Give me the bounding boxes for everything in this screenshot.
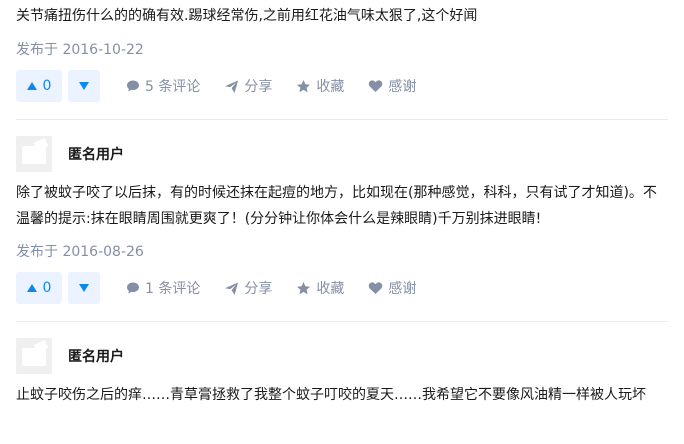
avatar[interactable] xyxy=(16,338,52,374)
answer-date[interactable]: 发布于 2016-10-22 xyxy=(16,39,144,59)
share-icon xyxy=(225,80,239,93)
favorite-label: 收藏 xyxy=(316,281,345,297)
triangle-down-icon xyxy=(79,82,89,90)
answer-list: 关节痛扭伤什么的的确有效.踢球经常伤,之前用红花油气味太狠了,这个好闻 发布于 … xyxy=(0,0,684,444)
answer-date[interactable]: 发布于 2016-08-26 xyxy=(16,241,144,261)
avatar[interactable] xyxy=(16,136,52,172)
favorite-button[interactable]: 收藏 xyxy=(296,76,344,96)
upvote-button[interactable]: 0 xyxy=(16,70,62,102)
thanks-label: 感谢 xyxy=(388,79,417,95)
vote-count: 0 xyxy=(42,78,52,94)
comments-label: 1 条评论 xyxy=(145,281,201,297)
share-icon xyxy=(225,282,239,295)
answer-actions: 0 1 条评论 分享 收藏 感谢 xyxy=(16,272,416,304)
answer-author: 匿名用户 xyxy=(16,134,124,174)
comments-button[interactable]: 5 条评论 xyxy=(126,76,200,96)
divider xyxy=(16,321,668,322)
author-name[interactable]: 匿名用户 xyxy=(68,144,124,164)
triangle-up-icon xyxy=(26,82,37,90)
star-icon xyxy=(297,281,311,294)
star-icon xyxy=(297,79,311,92)
heart-icon xyxy=(369,282,383,294)
share-label: 分享 xyxy=(244,79,273,95)
answer-author: 匿名用户 xyxy=(16,336,124,376)
share-button[interactable]: 分享 xyxy=(224,278,272,298)
answer-content: 除了被蚊子咬了以后抹，有的时候还抹在起痘的地方，比如现在(那种感觉，科科，只有试… xyxy=(16,185,657,227)
heart-icon xyxy=(369,80,383,92)
vote-count: 0 xyxy=(42,280,52,296)
comment-icon xyxy=(127,80,139,92)
comments-label: 5 条评论 xyxy=(145,79,201,95)
downvote-button[interactable] xyxy=(68,272,100,304)
thanks-button[interactable]: 感谢 xyxy=(368,76,416,96)
downvote-button[interactable] xyxy=(68,70,100,102)
answer-content: 关节痛扭伤什么的的确有效.踢球经常伤,之前用红花油气味太狠了,这个好闻 xyxy=(16,8,478,24)
divider xyxy=(16,119,668,120)
favorite-button[interactable]: 收藏 xyxy=(296,278,344,298)
triangle-up-icon xyxy=(26,284,37,292)
comment-icon xyxy=(127,282,139,294)
comments-button[interactable]: 1 条评论 xyxy=(126,278,200,298)
answer-actions: 0 5 条评论 分享 收藏 感谢 xyxy=(16,70,416,102)
thanks-button[interactable]: 感谢 xyxy=(368,278,416,298)
upvote-button[interactable]: 0 xyxy=(16,272,62,304)
share-label: 分享 xyxy=(244,281,273,297)
answer-content: 止蚊子咬伤之后的痒……青草膏拯救了我整个蚊子叮咬的夏天……我希望它不要像风油精一… xyxy=(16,387,646,403)
triangle-down-icon xyxy=(79,284,89,292)
favorite-label: 收藏 xyxy=(316,79,345,95)
thanks-label: 感谢 xyxy=(388,281,417,297)
author-name[interactable]: 匿名用户 xyxy=(68,346,124,366)
share-button[interactable]: 分享 xyxy=(224,76,272,96)
